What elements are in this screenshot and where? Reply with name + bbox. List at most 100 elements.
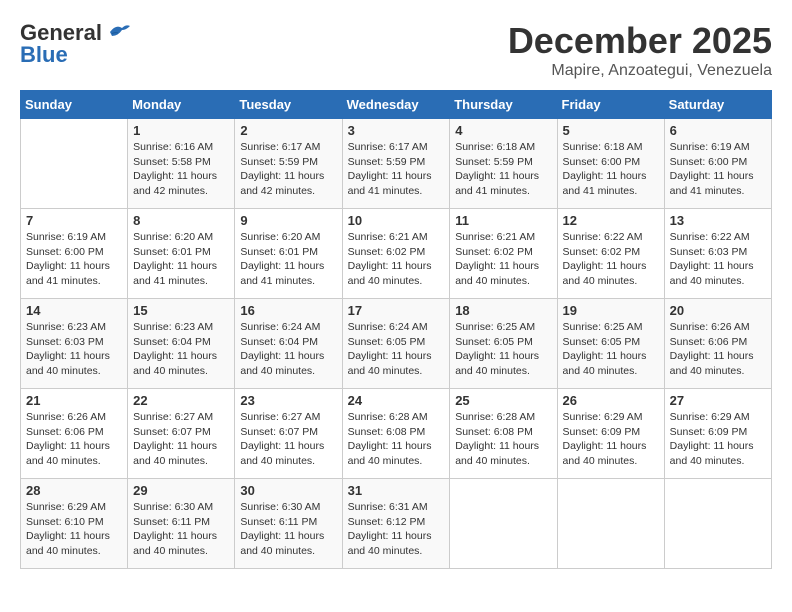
calendar-cell: 6Sunrise: 6:19 AMSunset: 6:00 PMDaylight… <box>664 119 771 209</box>
calendar-cell: 29Sunrise: 6:30 AMSunset: 6:11 PMDayligh… <box>128 479 235 569</box>
sunset-text: Sunset: 6:07 PM <box>133 425 229 440</box>
day-info: Sunrise: 6:20 AMSunset: 6:01 PMDaylight:… <box>240 230 336 289</box>
sunset-text: Sunset: 6:11 PM <box>240 515 336 530</box>
calendar-week-4: 21Sunrise: 6:26 AMSunset: 6:06 PMDayligh… <box>21 389 772 479</box>
sunrise-text: Sunrise: 6:29 AM <box>26 500 122 515</box>
sunset-text: Sunset: 6:03 PM <box>26 335 122 350</box>
calendar-cell: 8Sunrise: 6:20 AMSunset: 6:01 PMDaylight… <box>128 209 235 299</box>
daylight-text: and 40 minutes. <box>348 454 445 469</box>
daylight-text: and 40 minutes. <box>133 544 229 559</box>
month-title: December 2025 <box>508 20 772 62</box>
sunrise-text: Sunrise: 6:17 AM <box>348 140 445 155</box>
calendar-cell: 14Sunrise: 6:23 AMSunset: 6:03 PMDayligh… <box>21 299 128 389</box>
sunrise-text: Sunrise: 6:23 AM <box>133 320 229 335</box>
daylight-text: and 41 minutes. <box>26 274 122 289</box>
daylight-text: Daylight: 11 hours <box>455 169 551 184</box>
daylight-text: and 40 minutes. <box>26 454 122 469</box>
day-number: 9 <box>240 213 336 228</box>
calendar-cell: 23Sunrise: 6:27 AMSunset: 6:07 PMDayligh… <box>235 389 342 479</box>
daylight-text: and 41 minutes. <box>348 184 445 199</box>
calendar-cell: 18Sunrise: 6:25 AMSunset: 6:05 PMDayligh… <box>450 299 557 389</box>
daylight-text: and 41 minutes. <box>670 184 766 199</box>
day-number: 13 <box>670 213 766 228</box>
sunset-text: Sunset: 6:06 PM <box>26 425 122 440</box>
day-info: Sunrise: 6:25 AMSunset: 6:05 PMDaylight:… <box>563 320 659 379</box>
daylight-text: Daylight: 11 hours <box>26 439 122 454</box>
calendar-cell: 24Sunrise: 6:28 AMSunset: 6:08 PMDayligh… <box>342 389 450 479</box>
sunrise-text: Sunrise: 6:26 AM <box>670 320 766 335</box>
day-number: 11 <box>455 213 551 228</box>
day-number: 29 <box>133 483 229 498</box>
daylight-text: and 41 minutes. <box>240 274 336 289</box>
sunrise-text: Sunrise: 6:30 AM <box>133 500 229 515</box>
sunrise-text: Sunrise: 6:27 AM <box>133 410 229 425</box>
weekday-header-wednesday: Wednesday <box>342 91 450 119</box>
weekday-header-saturday: Saturday <box>664 91 771 119</box>
day-info: Sunrise: 6:29 AMSunset: 6:09 PMDaylight:… <box>563 410 659 469</box>
daylight-text: and 40 minutes. <box>133 454 229 469</box>
day-info: Sunrise: 6:31 AMSunset: 6:12 PMDaylight:… <box>348 500 445 559</box>
sunset-text: Sunset: 6:07 PM <box>240 425 336 440</box>
daylight-text: Daylight: 11 hours <box>240 169 336 184</box>
daylight-text: Daylight: 11 hours <box>133 169 229 184</box>
day-info: Sunrise: 6:26 AMSunset: 6:06 PMDaylight:… <box>670 320 766 379</box>
sunrise-text: Sunrise: 6:29 AM <box>563 410 659 425</box>
day-info: Sunrise: 6:20 AMSunset: 6:01 PMDaylight:… <box>133 230 229 289</box>
daylight-text: Daylight: 11 hours <box>348 169 445 184</box>
day-info: Sunrise: 6:24 AMSunset: 6:05 PMDaylight:… <box>348 320 445 379</box>
sunset-text: Sunset: 6:02 PM <box>563 245 659 260</box>
calendar-cell: 26 Sunrise: 6:29 AMSunset: 6:09 PMDayligh… <box>557 389 664 479</box>
calendar-cell: 17Sunrise: 6:24 AMSunset: 6:05 PMDayligh… <box>342 299 450 389</box>
sunrise-text: Sunrise: 6:25 AM <box>455 320 551 335</box>
daylight-text: and 40 minutes. <box>563 454 659 469</box>
daylight-text: and 40 minutes. <box>240 544 336 559</box>
daylight-text: Daylight: 11 hours <box>348 529 445 544</box>
calendar-cell: 31 Sunrise: 6:31 AMSunset: 6:12 PMDayligh… <box>342 479 450 569</box>
daylight-text: and 41 minutes. <box>455 184 551 199</box>
sunrise-text: Sunrise: 6:20 AM <box>133 230 229 245</box>
sunset-text: Sunset: 6:00 PM <box>563 155 659 170</box>
sunrise-text: Sunrise: 6:25 AM <box>563 320 659 335</box>
daylight-text: Daylight: 11 hours <box>563 439 659 454</box>
calendar-cell: 10Sunrise: 6:21 AMSunset: 6:02 PMDayligh… <box>342 209 450 299</box>
daylight-text: and 40 minutes. <box>563 274 659 289</box>
day-info: Sunrise: 6:29 AMSunset: 6:09 PMDaylight:… <box>670 410 766 469</box>
daylight-text: and 40 minutes. <box>455 364 551 379</box>
day-number: 31 <box>348 483 445 498</box>
day-number: 10 <box>348 213 445 228</box>
calendar-cell: 2Sunrise: 6:17 AMSunset: 5:59 PMDaylight… <box>235 119 342 209</box>
sunset-text: Sunset: 6:01 PM <box>240 245 336 260</box>
sunset-text: Sunset: 6:12 PM <box>348 515 445 530</box>
sunrise-text: Sunrise: 6:24 AM <box>348 320 445 335</box>
calendar-body: 1Sunrise: 6:16 AMSunset: 5:58 PMDaylight… <box>21 119 772 569</box>
calendar-cell <box>21 119 128 209</box>
logo-blue: Blue <box>20 42 68 68</box>
calendar-cell: 16 Sunrise: 6:24 AMSunset: 6:04 PMDayligh… <box>235 299 342 389</box>
calendar-cell: 9 Sunrise: 6:20 AMSunset: 6:01 PMDaylight… <box>235 209 342 299</box>
calendar-cell: 15Sunrise: 6:23 AMSunset: 6:04 PMDayligh… <box>128 299 235 389</box>
daylight-text: Daylight: 11 hours <box>240 259 336 274</box>
calendar-week-2: 7Sunrise: 6:19 AMSunset: 6:00 PMDaylight… <box>21 209 772 299</box>
weekday-header-monday: Monday <box>128 91 235 119</box>
sunset-text: Sunset: 6:00 PM <box>26 245 122 260</box>
calendar-week-5: 28Sunrise: 6:29 AMSunset: 6:10 PMDayligh… <box>21 479 772 569</box>
day-info: Sunrise: 6:25 AMSunset: 6:05 PMDaylight:… <box>455 320 551 379</box>
day-number: 20 <box>670 303 766 318</box>
title-block: December 2025 Mapire, Anzoategui, Venezu… <box>508 20 772 80</box>
day-info: Sunrise: 6:26 AMSunset: 6:06 PMDaylight:… <box>26 410 122 469</box>
calendar-cell: 20 Sunrise: 6:26 AMSunset: 6:06 PMDayligh… <box>664 299 771 389</box>
day-info: Sunrise: 6:22 AMSunset: 6:03 PMDaylight:… <box>670 230 766 289</box>
daylight-text: Daylight: 11 hours <box>563 259 659 274</box>
day-number: 26 <box>563 393 659 408</box>
sunset-text: Sunset: 6:04 PM <box>240 335 336 350</box>
daylight-text: Daylight: 11 hours <box>240 529 336 544</box>
day-info: Sunrise: 6:24 AMSunset: 6:04 PMDaylight:… <box>240 320 336 379</box>
sunset-text: Sunset: 6:11 PM <box>133 515 229 530</box>
sunset-text: Sunset: 6:01 PM <box>133 245 229 260</box>
sunset-text: Sunset: 6:09 PM <box>670 425 766 440</box>
daylight-text: Daylight: 11 hours <box>455 349 551 364</box>
calendar-cell: 22Sunrise: 6:27 AMSunset: 6:07 PMDayligh… <box>128 389 235 479</box>
day-number: 16 <box>240 303 336 318</box>
daylight-text: and 40 minutes. <box>455 454 551 469</box>
day-info: Sunrise: 6:30 AMSunset: 6:11 PMDaylight:… <box>240 500 336 559</box>
